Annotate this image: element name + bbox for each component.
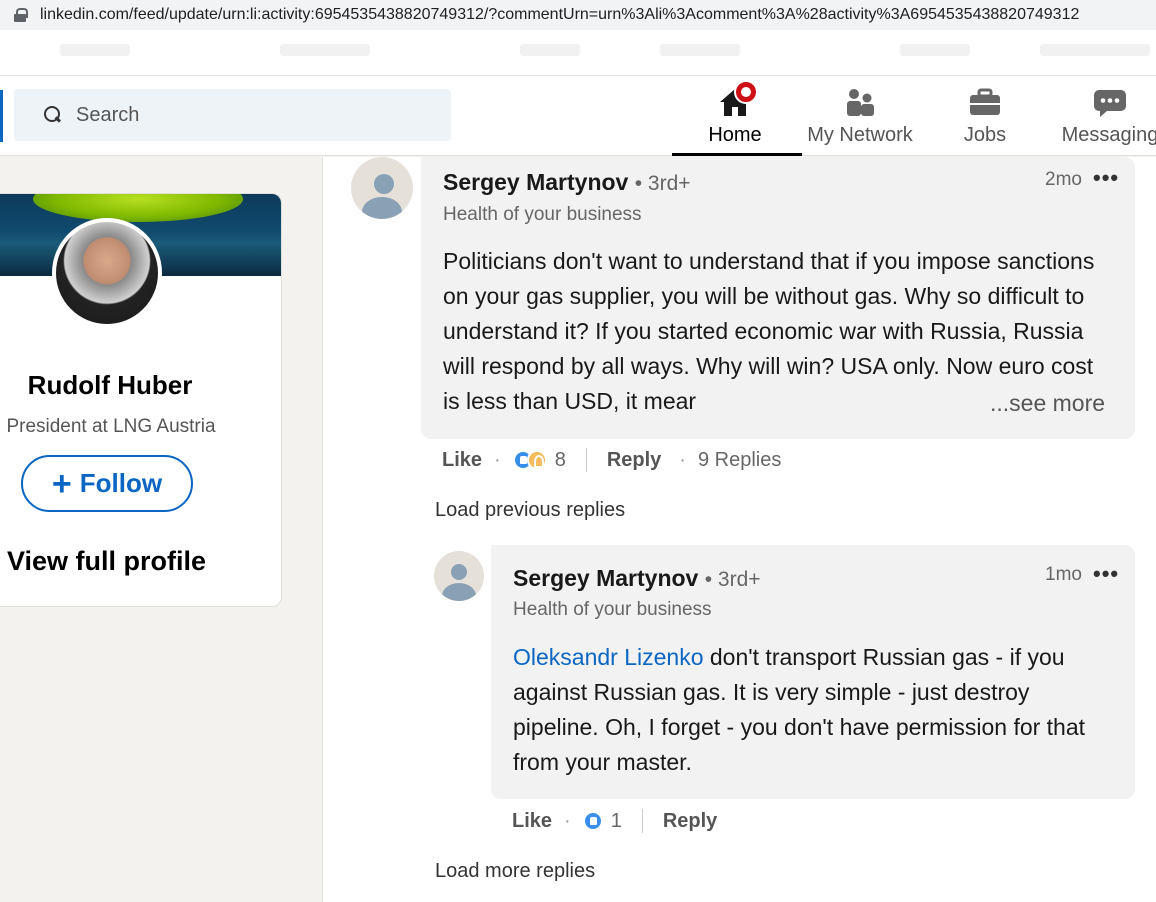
view-full-profile-link[interactable]: View full profile bbox=[7, 546, 206, 577]
nav-my-network[interactable]: My Network bbox=[800, 76, 920, 156]
comment-author[interactable]: Sergey Martynov • 3rd+ bbox=[443, 169, 691, 196]
replies-count-link[interactable]: 9 Replies bbox=[698, 449, 781, 472]
address-bar[interactable]: linkedin.com/feed/update/urn:li:activity… bbox=[0, 0, 1156, 30]
comments-column: Sergey Martynov • 3rd+ Health of your bu… bbox=[322, 157, 1156, 902]
comment-menu-icon[interactable]: ••• bbox=[1093, 165, 1119, 191]
url-text[interactable]: linkedin.com/feed/update/urn:li:activity… bbox=[40, 6, 1079, 24]
reply-reactions[interactable] bbox=[582, 811, 603, 831]
comment-author-headline: Health of your business bbox=[443, 204, 642, 225]
like-button[interactable]: Like bbox=[442, 449, 482, 472]
bookmarks-bar bbox=[0, 30, 1156, 76]
home-icon bbox=[718, 80, 758, 118]
nav-jobs[interactable]: Jobs bbox=[955, 76, 1015, 156]
reply-author-avatar[interactable] bbox=[434, 551, 484, 601]
reply-button[interactable]: Reply bbox=[607, 449, 661, 472]
reply-menu-icon[interactable]: ••• bbox=[1093, 561, 1119, 587]
reply-like-button[interactable]: Like bbox=[512, 810, 552, 833]
like-reaction-icon bbox=[582, 811, 603, 831]
reply-author[interactable]: Sergey Martynov • 3rd+ bbox=[513, 565, 761, 592]
reply-text: Oleksandr Lizenko don't transport Russia… bbox=[513, 640, 1113, 780]
plus-icon: + bbox=[51, 464, 72, 503]
lock-icon bbox=[14, 8, 28, 22]
follow-button[interactable]: + Follow bbox=[21, 455, 193, 512]
nav-messaging[interactable]: Messaging bbox=[1060, 76, 1156, 156]
briefcase-icon bbox=[968, 86, 1002, 118]
comment-actions: Like · 8 Reply · 9 Replies bbox=[442, 448, 782, 472]
notification-badge bbox=[734, 80, 758, 104]
profile-avatar[interactable] bbox=[52, 218, 162, 328]
reaction-count[interactable]: 8 bbox=[555, 449, 566, 472]
search-input[interactable] bbox=[76, 103, 406, 127]
see-more-link[interactable]: ...see more bbox=[984, 386, 1106, 421]
reply-reaction-count[interactable]: 1 bbox=[611, 810, 622, 833]
search-box[interactable] bbox=[14, 89, 451, 141]
people-icon bbox=[843, 86, 877, 118]
reply-author-name[interactable]: Sergey Martynov bbox=[513, 565, 698, 591]
profile-name[interactable]: Rudolf Huber bbox=[0, 370, 223, 401]
nav-home[interactable]: Home bbox=[672, 76, 802, 156]
comment-author-name[interactable]: Sergey Martynov bbox=[443, 169, 628, 195]
comment-time: 2mo bbox=[1045, 169, 1082, 190]
search-icon bbox=[44, 106, 62, 124]
mention-link[interactable]: Oleksandr Lizenko bbox=[513, 644, 704, 670]
reply-time: 1mo bbox=[1045, 564, 1082, 585]
profile-headline: President at LNG Austria bbox=[6, 416, 216, 437]
reply-reply-button[interactable]: Reply bbox=[663, 810, 717, 833]
insightful-reaction-icon bbox=[526, 450, 547, 470]
reply-author-headline: Health of your business bbox=[513, 599, 712, 620]
load-previous-replies-link[interactable]: Load previous replies bbox=[435, 499, 625, 522]
comment-degree: • 3rd+ bbox=[634, 172, 691, 195]
nav-messaging-label: Messaging bbox=[1061, 124, 1156, 146]
nav-home-label: Home bbox=[708, 124, 762, 146]
nav-left-edge bbox=[0, 90, 3, 142]
reply-actions: Like · 1 Reply bbox=[512, 809, 718, 833]
reply-degree: • 3rd+ bbox=[704, 568, 761, 591]
comment-author-avatar[interactable] bbox=[351, 157, 413, 219]
chat-icon bbox=[1093, 86, 1127, 118]
follow-label: Follow bbox=[79, 468, 163, 498]
reactions[interactable] bbox=[512, 450, 547, 470]
top-nav: Home My Network Jobs Messaging bbox=[0, 76, 1156, 156]
nav-my-network-label: My Network bbox=[807, 124, 913, 146]
load-more-replies-link[interactable]: Load more replies bbox=[435, 860, 595, 883]
nav-jobs-label: Jobs bbox=[963, 124, 1007, 146]
profile-card: Rudolf Huber President at LNG Austria + … bbox=[0, 193, 282, 607]
